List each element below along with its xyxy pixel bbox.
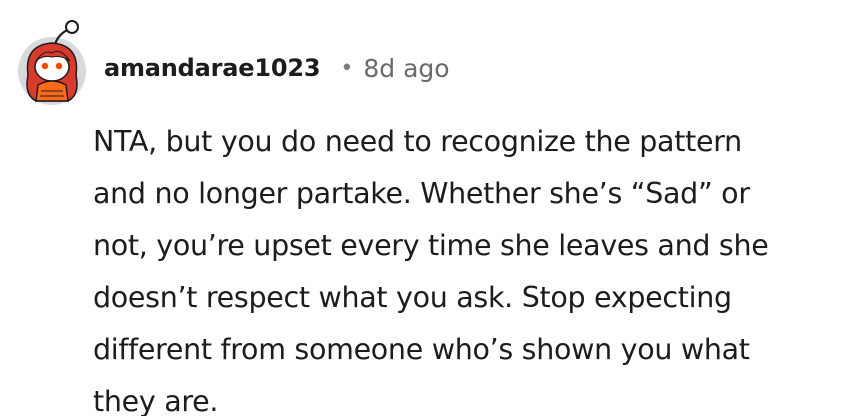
comment-line: NTA, but you do need to recognize the pa… <box>93 125 742 158</box>
comment: amandarae1023 • 8d ago NTA, but you do n… <box>0 0 860 416</box>
comment-timestamp[interactable]: 8d ago <box>363 54 449 83</box>
comment-line: they are. <box>93 385 219 416</box>
comment-line: and no longer partake. Whether she’s “Sa… <box>93 177 750 210</box>
username-link[interactable]: amandarae1023 <box>104 54 321 82</box>
user-avatar[interactable] <box>14 15 90 105</box>
reddit-snoo-avatar-icon <box>18 20 86 105</box>
comment-line: doesn’t respect what you ask. Stop expec… <box>93 281 732 314</box>
comment-body: NTA, but you do need to recognize the pa… <box>93 116 833 416</box>
comment-header: amandarae1023 • 8d ago <box>104 48 450 88</box>
comment-line: different from someone who’s shown you w… <box>93 333 750 366</box>
meta-separator: • <box>340 55 354 81</box>
comment-line: not, you’re upset every time she leaves … <box>93 229 769 262</box>
